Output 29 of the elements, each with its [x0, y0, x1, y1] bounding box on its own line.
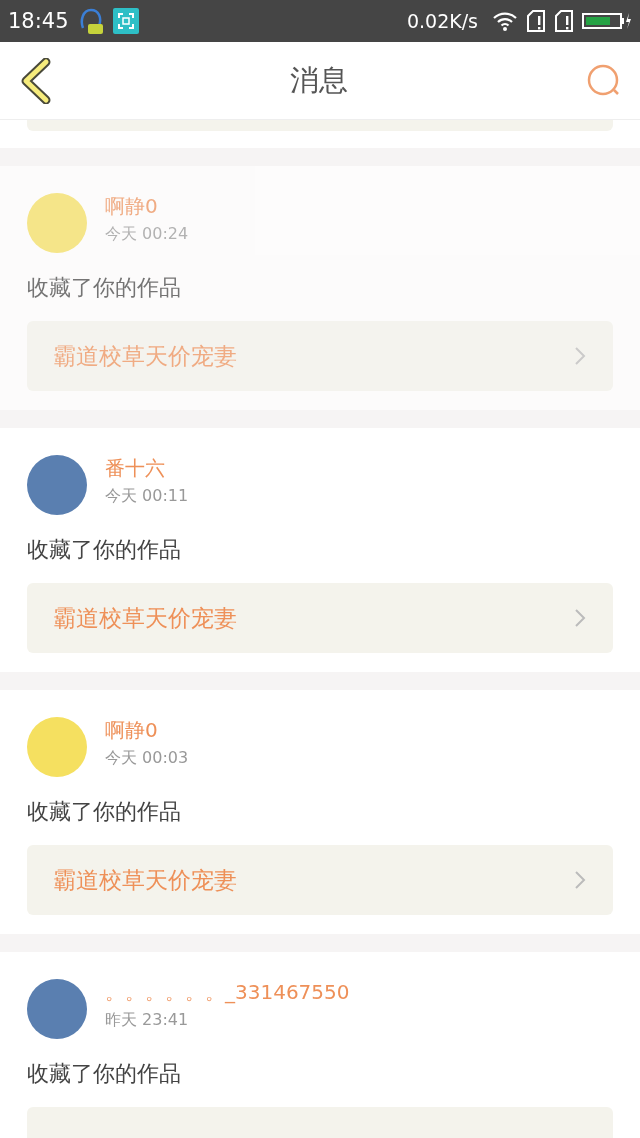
- message-time: 今天 00:03: [105, 748, 189, 769]
- chevron-right-icon: [573, 869, 587, 891]
- work-link[interactable]: 霸道校草天价宠妻: [27, 845, 613, 915]
- work-link[interactable]: 霸道校草天价宠妻: [27, 321, 613, 391]
- chevron-right-icon: [573, 345, 587, 367]
- sim-card-icon: [526, 9, 546, 33]
- status-time: 18:45: [8, 9, 69, 33]
- message-text: 收藏了你的作品: [27, 798, 182, 826]
- user-name[interactable]: 啊静0: [105, 717, 189, 744]
- wifi-icon: [492, 10, 518, 32]
- message-text: 收藏了你的作品: [27, 1060, 182, 1088]
- page-title: 消息: [290, 61, 348, 99]
- user-name[interactable]: 。。。。。。_331467550: [105, 979, 350, 1006]
- user-name[interactable]: 番十六: [105, 455, 189, 482]
- user-name[interactable]: 啊静0: [105, 193, 189, 220]
- sim-card-icon: [554, 9, 574, 33]
- avatar-icon[interactable]: [27, 455, 87, 515]
- avatar-icon[interactable]: [27, 979, 87, 1039]
- screenshot-icon: [112, 8, 139, 34]
- message-time: 昨天 23:41: [105, 1010, 190, 1031]
- message-time: 今天 00:11: [105, 486, 189, 507]
- chevron-right-icon: [573, 607, 587, 629]
- battery-charging-icon: [582, 11, 632, 31]
- message-text: 收藏了你的作品: [27, 274, 182, 302]
- message-time: 今天 00:24: [105, 224, 189, 245]
- message-text: 收藏了你的作品: [27, 536, 182, 564]
- chat-bubble-icon: [78, 6, 105, 36]
- network-speed: 0.02K/s: [406, 10, 478, 32]
- work-link[interactable]: 霸道校草天价宠妻: [27, 583, 613, 653]
